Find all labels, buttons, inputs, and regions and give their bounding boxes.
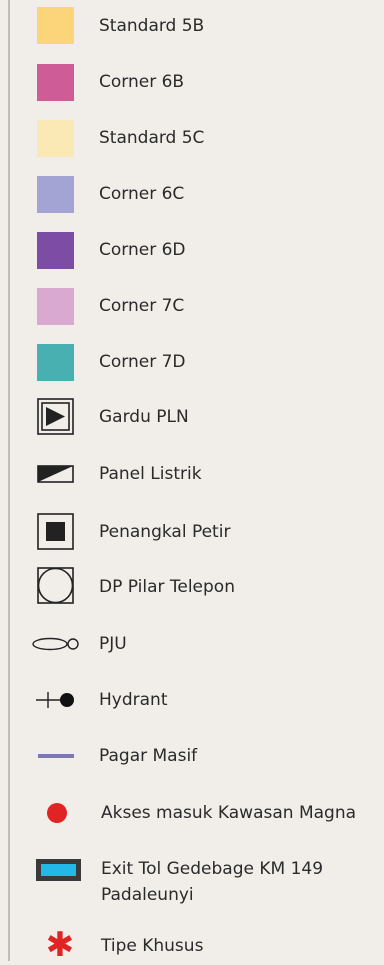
legend-label: Standard 5C: [99, 128, 205, 148]
pju-icon: [30, 633, 82, 655]
legend-label: Penangkal Petir: [99, 522, 231, 542]
legend-label: Hydrant: [99, 690, 168, 710]
tipe-khusus-icon: ✱: [45, 925, 75, 965]
swatch-corner-7d: [37, 344, 74, 381]
legend-label: Corner 6C: [99, 184, 185, 204]
penangkal-petir-icon: [37, 513, 74, 550]
legend-label: PJU: [99, 634, 127, 654]
swatch-corner-6b: [37, 64, 74, 101]
legend-label: Corner 6D: [99, 240, 186, 260]
legend-divider: [8, 0, 10, 961]
legend-label: Corner 7D: [99, 352, 186, 372]
legend-label: Gardu PLN: [99, 407, 189, 427]
swatch-corner-7c: [37, 288, 74, 325]
swatch-standard-5c: [37, 120, 74, 157]
gardu-pln-icon: [37, 398, 74, 435]
legend-label: Exit Tol Gedebage KM 149: [101, 859, 324, 879]
legend-label: Akses masuk Kawasan Magna: [101, 803, 357, 823]
swatch-corner-6d: [37, 232, 74, 269]
swatch-standard-5b: [37, 7, 74, 44]
pagar-masif-icon: [38, 745, 74, 767]
panel-listrik-icon: [37, 463, 74, 485]
legend-label: Pagar Masif: [99, 746, 198, 766]
hydrant-icon: [34, 689, 80, 711]
dp-pilar-telepon-icon: [37, 567, 74, 604]
legend-label: Tipe Khusus: [101, 936, 204, 956]
legend-label: Padaleunyi: [101, 885, 194, 905]
exit-tol-icon: [36, 859, 81, 881]
akses-masuk-icon: [46, 802, 68, 824]
legend-label: Corner 7C: [99, 296, 185, 316]
swatch-corner-6c: [37, 176, 74, 213]
legend-label: Corner 6B: [99, 72, 185, 92]
legend-label: DP Pilar Telepon: [99, 577, 235, 597]
legend-label: Panel Listrik: [99, 464, 202, 484]
legend-label: Standard 5B: [99, 16, 205, 36]
